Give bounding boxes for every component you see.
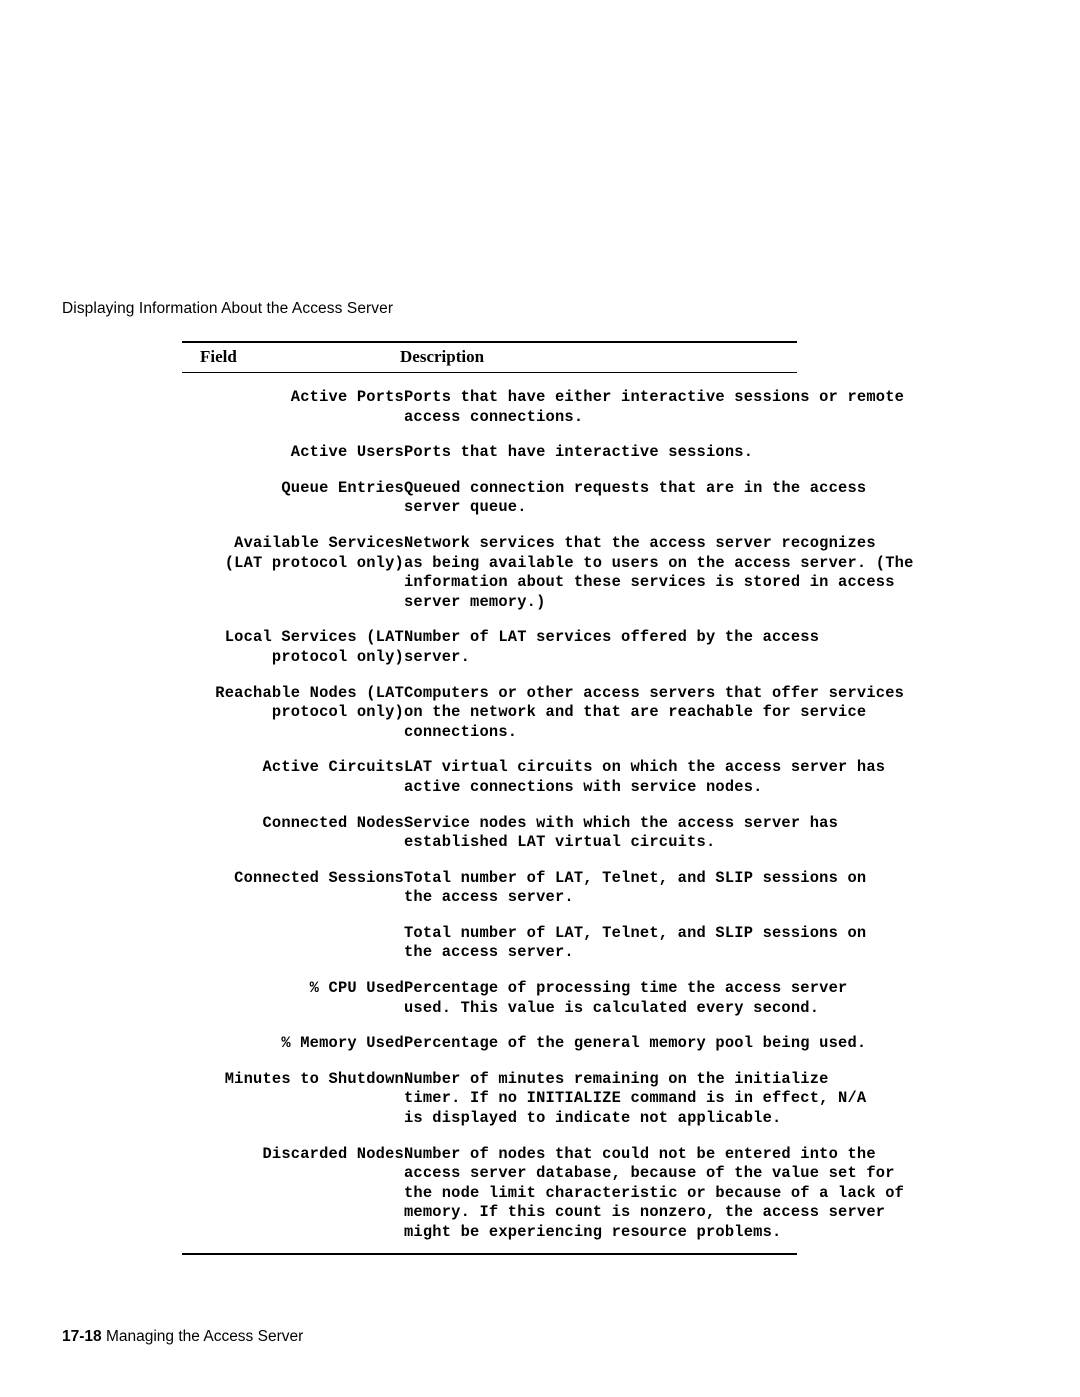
table-cell-description: Total number of LAT, Telnet, and SLIP se… <box>404 923 867 962</box>
table-cell-description: Total number of LAT, Telnet, and SLIP se… <box>404 868 867 907</box>
table-cell-description: Network services that the access server … <box>404 533 914 611</box>
column-header-description: Description <box>400 347 485 366</box>
table-cell-field: Minutes to Shutdown <box>224 1069 404 1088</box>
table-cell-field: Reachable Nodes (LAT protocol only) <box>215 683 404 722</box>
table-cell-description: Service nodes with which the access serv… <box>404 813 839 852</box>
table-cell-field: Active Ports <box>290 388 404 406</box>
table-cell-description: Computers or other access servers that o… <box>404 683 905 741</box>
table-row: Discarded Nodes Number of nodes that coul… <box>182 1145 1012 1243</box>
table-cell-field: Queue Entries <box>281 478 404 497</box>
table-row: Connected Nodes Service nodes with which … <box>182 814 1012 853</box>
table-row: Local Services (LAT protocol only) Number… <box>182 628 1012 667</box>
table-cell-description: LAT virtual circuits on which the access… <box>404 758 886 796</box>
table-row: Active Users Ports that have interactive … <box>182 443 1012 463</box>
table-cell-description: Queued connection requests that are in t… <box>404 478 867 517</box>
table-cell-description: Ports that have interactive sessions. <box>404 443 754 462</box>
table-cell-description: Number of nodes that could not be entere… <box>404 1144 905 1241</box>
table-cell-description: Percentage of the general memory pool be… <box>404 1034 867 1053</box>
document-page: Displaying Information About the Access … <box>0 0 1080 1397</box>
table-row: % CPU Used Percentage of processing time … <box>182 979 1012 1018</box>
running-head: Displaying Information About the Access … <box>62 300 394 317</box>
table-cell-description: Number of LAT services offered by the ac… <box>404 628 820 666</box>
page-footer: 17-18 Managing the Access Server <box>62 1328 303 1346</box>
table-cell-description: Ports that have either interactive sessi… <box>404 388 905 426</box>
table-cell-field: Active Users <box>290 443 404 462</box>
table-row: Minutes to Shutdown Number of minutes rem… <box>182 1070 1012 1129</box>
table-cell-field: Available Services (LAT protocol only) <box>224 533 404 572</box>
table-header-rule <box>182 372 797 373</box>
table-cell-description: Number of minutes remaining on the initi… <box>404 1069 867 1128</box>
table-cell-field: Discarded Nodes <box>262 1144 404 1163</box>
table-cell-field: Connected Nodes <box>262 813 404 832</box>
footer-chapter-title: Managing the Access Server <box>105 1328 304 1345</box>
table-cell-description: Percentage of processing time the access… <box>404 979 848 1017</box>
table-row: Available Services (LAT protocol only) Ne… <box>182 534 1012 612</box>
column-header-field: Field <box>200 347 237 366</box>
footer-page-number: 17-18 <box>62 1328 102 1345</box>
table-row: Queue Entries Queued connection requests … <box>182 479 1012 518</box>
table-cell-field: % Memory Used <box>281 1034 404 1053</box>
table-cell-field: % CPU Used <box>309 979 404 998</box>
table-bottom-rule <box>182 1252 797 1255</box>
field-description-table: Field Description Active Ports Ports that… <box>182 341 913 1241</box>
table-row: Reachable Nodes (LAT protocol only) Compu… <box>182 684 1012 743</box>
table-row: Total number of LAT, Telnet, and SLIP se… <box>182 924 1012 963</box>
table-row: Active Circuits LAT virtual circuits on w… <box>182 758 1012 797</box>
table-cell-field: Local Services (LAT protocol only) <box>224 628 404 666</box>
table-body: Active Ports Ports that have either inter… <box>182 388 1012 1259</box>
table-row: Active Ports Ports that have either inter… <box>182 388 1012 427</box>
table-cell-field: Connected Sessions <box>234 868 404 887</box>
table-header-row: Field Description <box>182 343 797 369</box>
table-cell-field: Active Circuits <box>262 758 404 777</box>
table-row: Connected Sessions Total number of LAT, T… <box>182 869 1012 908</box>
table-row: % Memory Used Percentage of the general m… <box>182 1034 1012 1054</box>
